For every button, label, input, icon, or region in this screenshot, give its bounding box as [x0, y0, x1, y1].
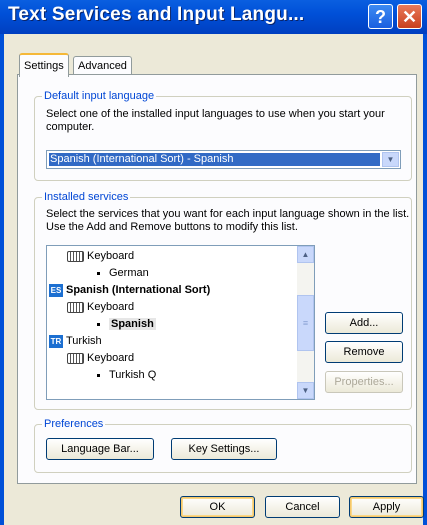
cancel-button[interactable]: Cancel [265, 496, 340, 518]
tree-item-keyboard[interactable]: Keyboard [67, 248, 134, 264]
default-input-language-description: Select one of the installed input langua… [46, 108, 385, 133]
tree-item-label: Keyboard [87, 352, 135, 364]
tree-item-label: Keyboard [87, 301, 135, 313]
chevron-up-icon: ▲ [301, 250, 310, 259]
remove-button[interactable]: Remove [325, 341, 403, 363]
installed-services-description: Select the services that you want for ea… [46, 208, 410, 233]
add-button[interactable]: Add... [325, 312, 403, 334]
tab-settings-label: Settings [24, 60, 64, 72]
chevron-down-icon: ▼ [301, 386, 310, 395]
bullet-icon [97, 322, 100, 326]
tab-advanced-label: Advanced [78, 60, 127, 72]
bullet-icon [97, 373, 100, 377]
close-button[interactable]: ✕ [397, 4, 422, 29]
language-flag-icon: ES [49, 283, 63, 297]
tree-item-keyboard[interactable]: Keyboard [67, 350, 134, 366]
tree-item-label: Keyboard [87, 250, 135, 262]
tab-settings[interactable]: Settings [19, 53, 69, 77]
tree-item-language[interactable]: TR Turkish [49, 333, 102, 349]
dropdown-button[interactable]: ▼ [382, 152, 399, 167]
title-bar[interactable]: Text Services and Input Langu... ? ✕ [0, 0, 427, 34]
keyboard-icon [67, 352, 84, 364]
tree-item-keyboard[interactable]: Keyboard [67, 299, 134, 315]
tree-item-layout-selected[interactable]: Spanish [97, 316, 156, 332]
tree-item-label: Turkish [66, 335, 102, 347]
grip-icon: ≡ [302, 318, 309, 328]
key-settings-button[interactable]: Key Settings... [171, 438, 277, 460]
language-flag-icon: TR [49, 334, 63, 348]
default-language-selected-value: Spanish (International Sort) - Spanish [49, 153, 380, 166]
tree-item-language[interactable]: ES Spanish (International Sort) [49, 282, 210, 298]
properties-button[interactable]: Properties... [325, 371, 403, 393]
apply-button[interactable]: Apply [349, 496, 424, 518]
tree-item-label: Spanish (International Sort) [66, 284, 211, 296]
tree-item-label: Turkish Q [109, 369, 157, 381]
window-title: Text Services and Input Langu... [8, 4, 305, 25]
keyboard-icon [67, 301, 84, 313]
close-icon: ✕ [401, 7, 418, 27]
chevron-down-icon: ▼ [386, 155, 395, 164]
tree-item-label: Spanish [109, 318, 156, 330]
help-button[interactable]: ? [368, 4, 393, 29]
tree-item-layout[interactable]: Turkish Q [97, 367, 156, 383]
scroll-thumb[interactable]: ≡ [297, 295, 314, 351]
default-input-language-legend: Default input language [42, 90, 157, 102]
tree-item-label: German [109, 267, 149, 279]
installed-services-tree[interactable]: Keyboard German ES Spanish (International… [46, 245, 315, 400]
tab-advanced[interactable]: Advanced [73, 56, 132, 75]
installed-services-legend: Installed services [42, 191, 131, 203]
scroll-down-button[interactable]: ▼ [297, 382, 314, 399]
language-bar-button[interactable]: Language Bar... [46, 438, 154, 460]
default-language-dropdown[interactable]: Spanish (International Sort) - Spanish ▼ [46, 150, 401, 169]
bullet-icon [97, 271, 100, 275]
preferences-legend: Preferences [42, 418, 106, 430]
vertical-scrollbar[interactable]: ▲ ≡ ▼ [297, 246, 314, 399]
help-icon: ? [375, 7, 386, 27]
ok-button[interactable]: OK [180, 496, 255, 518]
keyboard-icon [67, 250, 84, 262]
tree-item-layout[interactable]: German [97, 265, 149, 281]
scroll-up-button[interactable]: ▲ [297, 246, 314, 263]
